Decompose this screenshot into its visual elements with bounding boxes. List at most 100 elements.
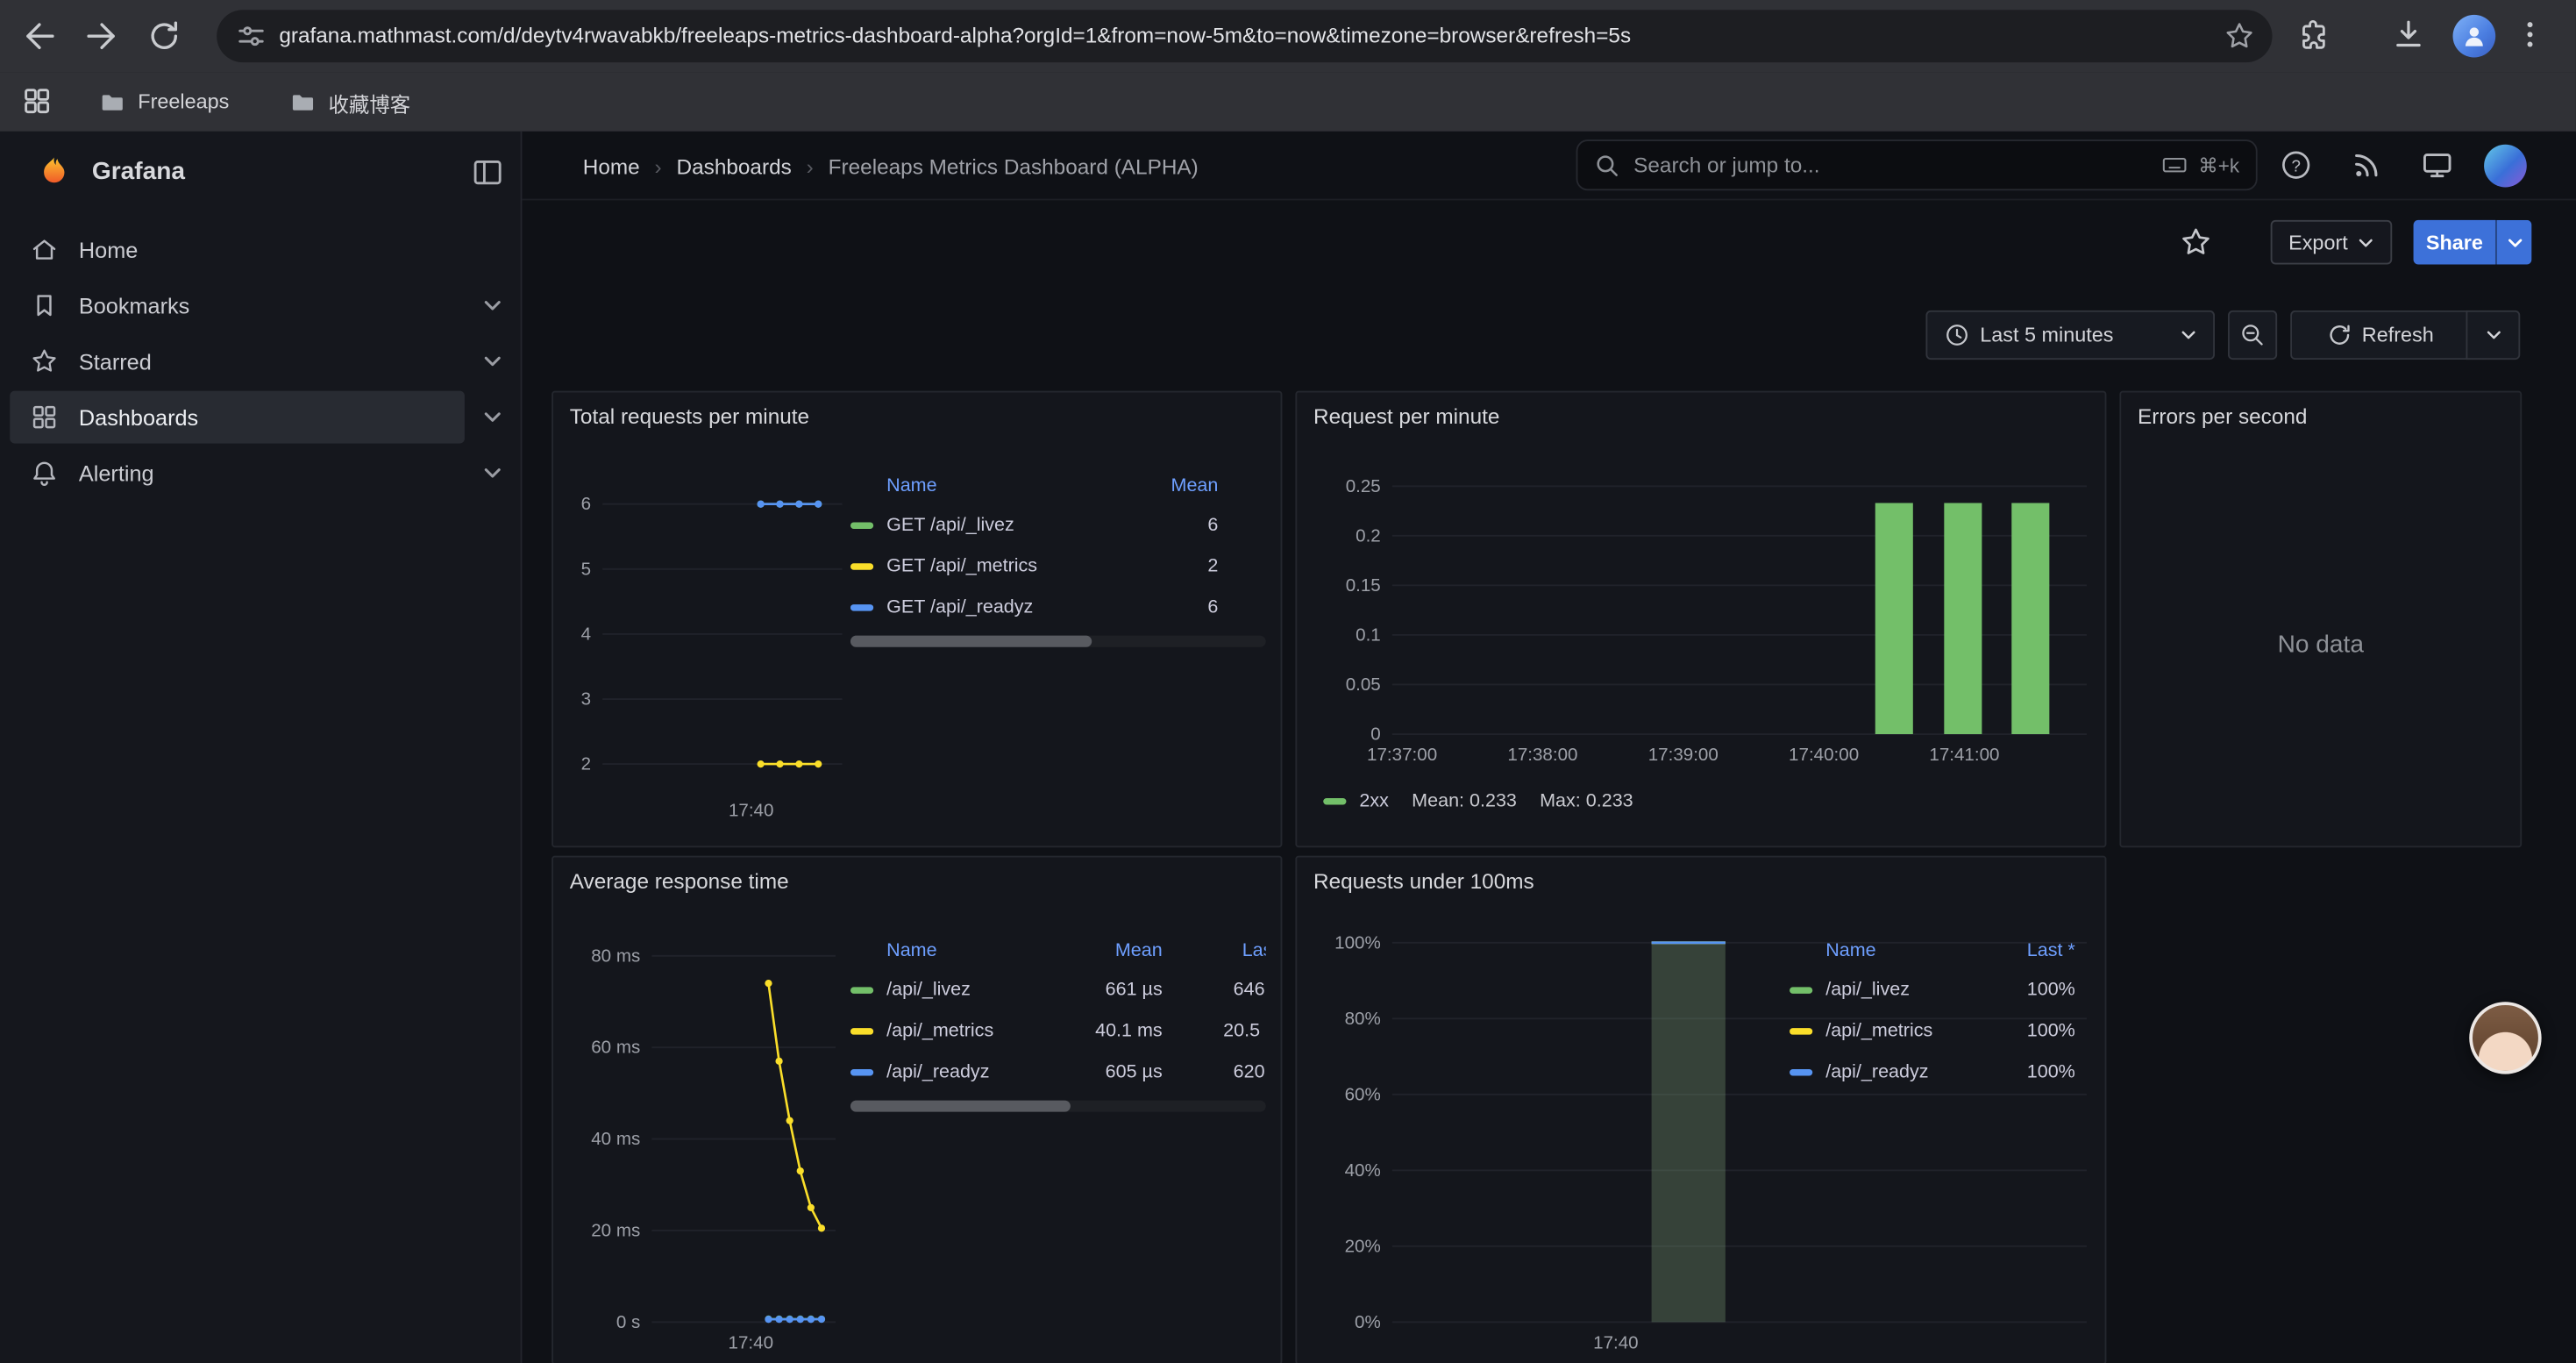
reload-icon[interactable] [145,17,184,56]
legend-item[interactable]: /api/_livez100% [1790,969,2079,1010]
keyboard-icon [2160,151,2188,179]
panel-title[interactable]: Average response time [570,869,789,894]
bell-icon [30,458,60,488]
sidebar-collapse-icon[interactable] [470,154,506,190]
svg-text:20%: 20% [1345,1236,1381,1256]
breadcrumb-dashboards[interactable]: Dashboards [677,153,792,178]
legend-scrollbar[interactable] [850,636,1266,647]
share-menu-button[interactable] [2495,220,2531,265]
assistant-avatar[interactable] [2469,1002,2541,1074]
breadcrumb-separator: › [807,153,814,178]
search-input[interactable]: Search or jump to... ⌘+k [1576,139,2258,190]
legend-item[interactable]: 2xx [1359,792,1389,811]
export-button[interactable]: Export [2271,220,2393,265]
chevron-down-icon[interactable] [483,352,502,371]
url-text: grafana.mathmast.com/d/deytv4rwavabkb/fr… [279,10,1631,62]
series-color-dash [850,1027,873,1033]
series-color-dash [1790,986,1812,992]
user-avatar[interactable] [2484,145,2527,188]
chevron-down-icon[interactable] [483,407,502,426]
svg-text:0.25: 0.25 [1346,476,1381,496]
extensions-icon[interactable] [2295,17,2335,56]
series-color-dash [1790,1068,1812,1074]
series-color-dash [850,1068,873,1074]
forward-icon[interactable] [82,17,122,56]
series-color-dash [850,986,873,992]
chevron-down-icon [2358,234,2374,251]
chevron-down-icon[interactable] [483,296,502,315]
legend-header: NameMeanLast * [850,933,1266,969]
svg-text:100%: 100% [1334,932,1381,953]
chart: 100%80%60%40%20%0%17:40NameLast */api/_l… [1297,857,2104,1363]
monitor-icon[interactable] [2420,148,2454,182]
refresh-icon [2326,322,2352,348]
sidebar-item-dashboards[interactable]: Dashboards [0,389,522,446]
svg-text:2: 2 [581,754,591,774]
legend-item[interactable]: /api/_readyz605 µs620 µs [850,1051,1266,1092]
grafana-logo-icon[interactable] [36,154,72,190]
downloads-icon[interactable] [2390,17,2430,56]
zoom-out-button[interactable] [2228,310,2277,360]
site-settings-icon[interactable] [235,19,267,52]
legend: NameLast */api/_livez100%/api/_metrics10… [1790,933,2079,1093]
share-button[interactable]: Share [2414,220,2496,265]
legend-scrollbar[interactable] [850,1101,1266,1112]
chart: 80 ms60 ms40 ms20 ms0 s17:40NameMeanLast… [553,857,1281,1363]
refresh-interval-button[interactable] [2466,310,2520,360]
breadcrumb-separator: › [655,153,662,178]
panel-errors-per-second: Errors per second No data [2119,391,2522,848]
no-data-message: No data [2121,442,2520,846]
legend-item[interactable]: /api/_metrics40.1 ms20.5 ms [850,1010,1266,1052]
star-icon [30,346,60,376]
refresh-button[interactable]: Refresh [2290,310,2467,360]
panel-title[interactable]: Errors per second [2138,404,2307,429]
panel-title[interactable]: Request per minute [1313,404,1499,429]
legend-sort-header[interactable]: Last * [1163,941,1266,960]
panel-requests-under-100ms: Requests under 100ms 100%80%60%40%20%0%1… [1295,856,2106,1363]
svg-text:0.2: 0.2 [1356,525,1381,546]
time-range-picker[interactable]: Last 5 minutes [1925,310,2215,360]
browser-menu-icon[interactable] [2512,17,2551,56]
svg-text:17:40: 17:40 [729,1332,773,1352]
svg-text:17:41:00: 17:41:00 [1929,745,1999,765]
chevron-down-icon[interactable] [483,463,502,482]
legend-item[interactable]: /api/_metrics100% [1790,1010,2079,1052]
sidebar-item-starred[interactable]: Starred [0,333,522,389]
bookmark-folder-blogs[interactable]: 收藏博客 [289,72,411,131]
breadcrumb-home[interactable]: Home [583,153,640,178]
browser-profile-avatar[interactable] [2453,15,2496,58]
legend-item[interactable]: /api/_livez661 µs646 µs [850,969,1266,1010]
legend-item[interactable]: GET /api/_readyz6 [850,586,1266,627]
legend-sort-header[interactable]: Mean [1120,476,1218,496]
news-rss-icon[interactable] [2350,148,2384,182]
svg-text:80 ms: 80 ms [591,946,640,966]
help-icon[interactable]: ? [2279,148,2313,182]
url-bar[interactable]: grafana.mathmast.com/d/deytv4rwavabkb/fr… [217,10,2272,62]
svg-text:4: 4 [581,624,591,644]
apps-grid-icon[interactable] [19,83,59,123]
bookmark-folder-freeleaps[interactable]: Freeleaps [98,72,229,131]
legend-sort-header[interactable]: Mean [1071,941,1163,960]
scrollbar-thumb[interactable] [850,1101,1071,1112]
scrollbar-thumb[interactable] [850,636,1092,647]
favorite-star-icon[interactable] [2179,225,2213,260]
svg-text:0 s: 0 s [616,1312,640,1332]
bookmark-star-icon[interactable] [2223,19,2255,52]
panel-title[interactable]: Total requests per minute [570,404,809,429]
legend-item[interactable]: GET /api/_metrics2 [850,546,1266,587]
sidebar-item-bookmarks[interactable]: Bookmarks [0,277,522,333]
sidebar-item-alerting[interactable]: Alerting [0,445,522,501]
series-color-dash [1323,798,1346,804]
legend-item[interactable]: /api/_readyz100% [1790,1051,2079,1092]
legend-item[interactable]: GET /api/_livez6 [850,504,1266,546]
svg-text:17:40:00: 17:40:00 [1789,745,1859,765]
screen: grafana.mathmast.com/d/deytv4rwavabkb/fr… [0,0,2576,1363]
sidebar-item-home[interactable]: Home [0,222,522,278]
panel-title[interactable]: Requests under 100ms [1313,869,1534,894]
svg-text:17:40: 17:40 [729,801,774,821]
legend-sort-header[interactable]: Last * [1993,941,2075,960]
breadcrumb: Home › Dashboards › Freeleaps Metrics Da… [583,132,1199,201]
series-color-dash [850,603,873,610]
back-icon[interactable] [19,17,59,56]
svg-text:60%: 60% [1345,1084,1381,1104]
